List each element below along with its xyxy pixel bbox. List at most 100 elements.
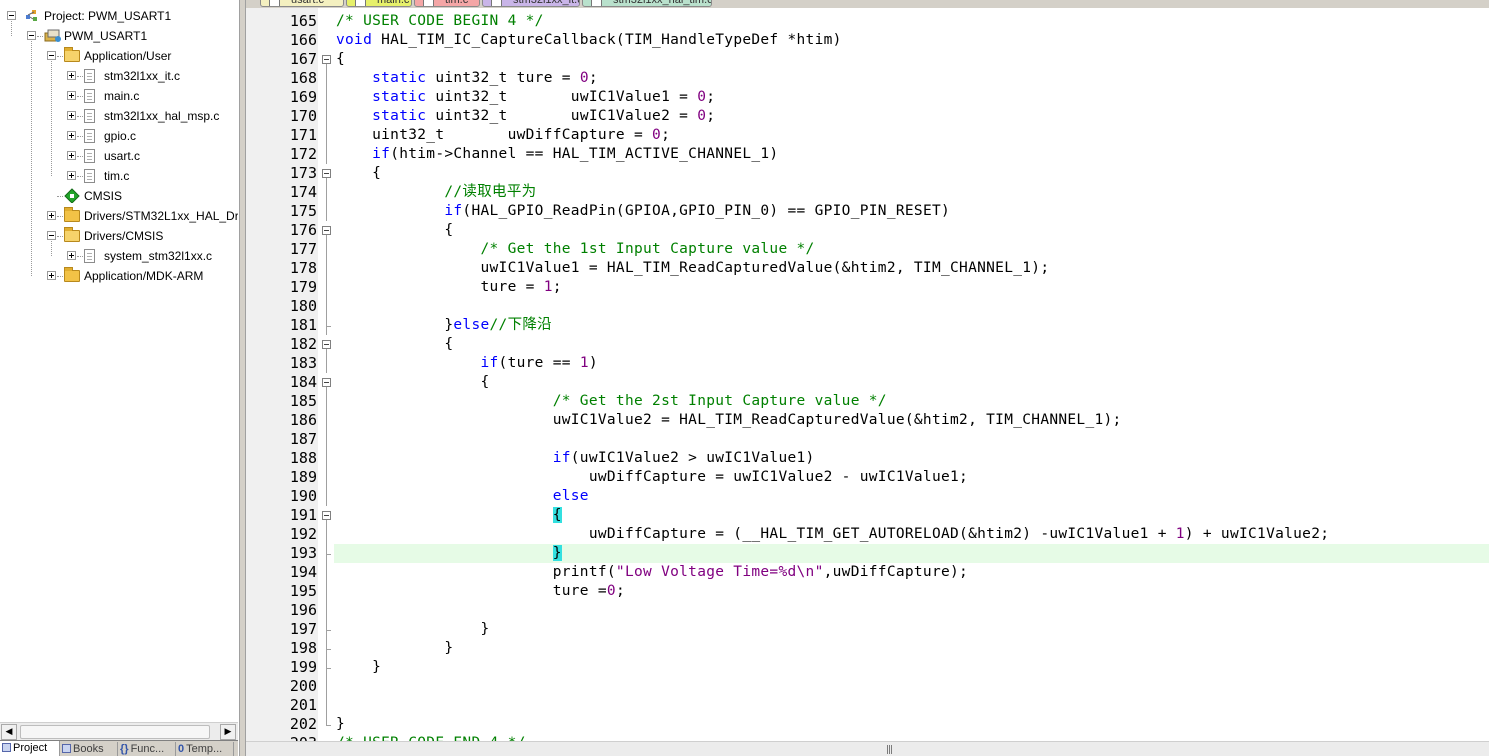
fold-collapse-icon[interactable] <box>322 378 331 387</box>
panel-tab-project[interactable]: Project <box>0 741 60 756</box>
code-line[interactable]: { <box>336 50 345 69</box>
tree-node[interactable]: tim.c <box>0 166 238 186</box>
code-line[interactable]: uwDiffCapture = uwIC1Value2 - uwIC1Value… <box>336 468 968 487</box>
collapse-minus-icon[interactable] <box>47 51 56 60</box>
scroll-right-arrow-icon[interactable]: ▶ <box>220 724 236 740</box>
code-line[interactable]: else <box>336 487 589 506</box>
line-number: 168 <box>289 69 317 87</box>
code-line[interactable]: /* Get the 1st Input Capture value */ <box>336 240 815 259</box>
code-line[interactable]: if(htim->Channel == HAL_TIM_ACTIVE_CHANN… <box>336 145 778 164</box>
panel-tab-books[interactable]: Books <box>60 742 118 756</box>
collapse-minus-icon[interactable] <box>27 31 36 40</box>
code-line[interactable]: uwIC1Value2 = HAL_TIM_ReadCapturedValue(… <box>336 411 1122 430</box>
code-line[interactable]: if(HAL_GPIO_ReadPin(GPIOA,GPIO_PIN_0) ==… <box>336 202 950 221</box>
expand-plus-icon[interactable] <box>67 171 76 180</box>
panel-tab-func[interactable]: {} Func... <box>118 742 176 756</box>
tree-node[interactable]: Application/MDK-ARM <box>0 266 238 286</box>
line-number: 201 <box>289 696 317 714</box>
fold-collapse-icon[interactable] <box>322 169 331 178</box>
code-line[interactable]: ture = 1; <box>336 278 562 297</box>
expand-plus-icon[interactable] <box>67 71 76 80</box>
expand-plus-icon[interactable] <box>67 91 76 100</box>
collapse-minus-icon[interactable] <box>7 11 16 20</box>
editor-tab[interactable]: stm32l1xx_hal_tim.c <box>582 0 712 7</box>
code-token: //下降沿 <box>489 317 552 333</box>
fold-collapse-icon[interactable] <box>322 55 331 64</box>
tree-node[interactable]: system_stm32l1xx.c <box>0 246 238 266</box>
editor-tab[interactable]: stm32l1xx_it.c <box>482 0 580 7</box>
fold-guide <box>326 553 327 563</box>
collapse-minus-icon[interactable] <box>47 231 56 240</box>
tree-node[interactable]: gpio.c <box>0 126 238 146</box>
scrollbar-thumb[interactable] <box>20 725 210 739</box>
tree-node[interactable]: Drivers/CMSIS <box>0 226 238 246</box>
code-line[interactable]: { <box>336 373 490 392</box>
code-line[interactable]: { <box>336 221 453 240</box>
code-line[interactable]: static uint32_t uwIC1Value1 = 0; <box>336 88 715 107</box>
expand-plus-icon[interactable] <box>67 151 76 160</box>
code-line[interactable]: uwIC1Value1 = HAL_TIM_ReadCapturedValue(… <box>336 259 1049 278</box>
code-line[interactable]: } <box>336 639 453 658</box>
code-line[interactable]: } <box>336 715 345 734</box>
code-line[interactable]: /* USER CODE BEGIN 4 */ <box>336 12 544 31</box>
code-line[interactable]: { <box>336 164 381 183</box>
code-line[interactable]: //读取电平为 <box>336 183 536 202</box>
code-line[interactable]: /* USER CODE END 4 */ <box>336 734 526 741</box>
tree-node[interactable]: main.c <box>0 86 238 106</box>
project-horizontal-scrollbar[interactable]: ◀ ▶ <box>0 722 238 740</box>
fold-guide <box>326 69 327 88</box>
fold-guide <box>326 392 327 411</box>
code-line[interactable]: uwDiffCapture = (__HAL_TIM_GET_AUTORELOA… <box>336 525 1329 544</box>
expand-plus-icon[interactable] <box>67 111 76 120</box>
code-line[interactable]: static uint32_t ture = 0; <box>336 69 598 88</box>
scroll-left-arrow-icon[interactable]: ◀ <box>1 724 17 740</box>
code-line[interactable]: }else//下降沿 <box>336 316 552 335</box>
code-token: ; <box>706 108 716 124</box>
tree-node[interactable]: Application/User <box>0 46 238 66</box>
tree-node[interactable]: usart.c <box>0 146 238 166</box>
code-line[interactable]: ture =0; <box>336 582 625 601</box>
expand-plus-icon[interactable] <box>67 251 76 260</box>
code-folding-margin <box>318 8 334 741</box>
tree-node[interactable]: Drivers/STM32L1xx_HAL_Driv <box>0 206 238 226</box>
code-line[interactable]: { <box>336 506 562 525</box>
tree-connector <box>77 256 83 257</box>
expand-plus-icon[interactable] <box>67 131 76 140</box>
expand-plus-icon[interactable] <box>47 271 56 280</box>
code-line[interactable]: if(ture == 1) <box>336 354 598 373</box>
editor-tab[interactable]: usart.c <box>260 0 344 7</box>
line-number: 185 <box>289 392 317 410</box>
code-token: 0 <box>697 108 707 124</box>
fold-collapse-icon[interactable] <box>322 226 331 235</box>
panel-tab-temp[interactable]: 0 Temp... <box>176 742 234 756</box>
code-line[interactable]: /* Get the 2st Input Capture value */ <box>336 392 887 411</box>
current-code-line[interactable]: } <box>334 544 1489 563</box>
editor-tab[interactable]: main.c <box>346 0 412 7</box>
code-line[interactable]: printf("Low Voltage Time=%d\n",uwDiffCap… <box>336 563 968 582</box>
code-token: HAL_TIM_IC_CaptureCallback(TIM_HandleTyp… <box>372 32 842 48</box>
tree-node[interactable]: stm32l1xx_hal_msp.c <box>0 106 238 126</box>
code-line[interactable]: if(uwIC1Value2 > uwIC1Value1) <box>336 449 815 468</box>
code-line[interactable]: } <box>336 658 381 677</box>
code-line[interactable]: static uint32_t uwIC1Value2 = 0; <box>336 107 715 126</box>
code-line[interactable]: { <box>336 335 453 354</box>
code-line[interactable]: uint32_t uwDiffCapture = 0; <box>336 126 670 145</box>
tree-node[interactable]: PWM_USART1 <box>0 26 238 46</box>
tree-node-label: PWM_USART1 <box>64 29 148 43</box>
tree-node-label: Project: PWM_USART1 <box>44 9 172 23</box>
code-editor[interactable]: /* USER CODE BEGIN 4 */ void HAL_TIM_IC_C… <box>334 8 1489 741</box>
code-token: 1 <box>543 279 553 295</box>
fold-collapse-icon[interactable] <box>322 340 331 349</box>
fold-collapse-icon[interactable] <box>322 511 331 520</box>
code-line[interactable]: } <box>336 620 490 639</box>
tree-node[interactable]: Project: PWM_USART1 <box>0 6 238 26</box>
code-line[interactable]: void HAL_TIM_IC_CaptureCallback(TIM_Hand… <box>336 31 842 50</box>
editor-tab[interactable]: tim.c <box>414 0 480 7</box>
tree-node[interactable]: CMSIS <box>0 186 238 206</box>
scrollbar-grip-icon[interactable]: ||| <box>886 745 893 755</box>
expand-plus-icon[interactable] <box>47 211 56 220</box>
editor-horizontal-scrollbar[interactable]: ||| <box>246 741 1489 756</box>
code-token: 0 <box>579 70 589 86</box>
tree-node[interactable]: stm32l1xx_it.c <box>0 66 238 86</box>
